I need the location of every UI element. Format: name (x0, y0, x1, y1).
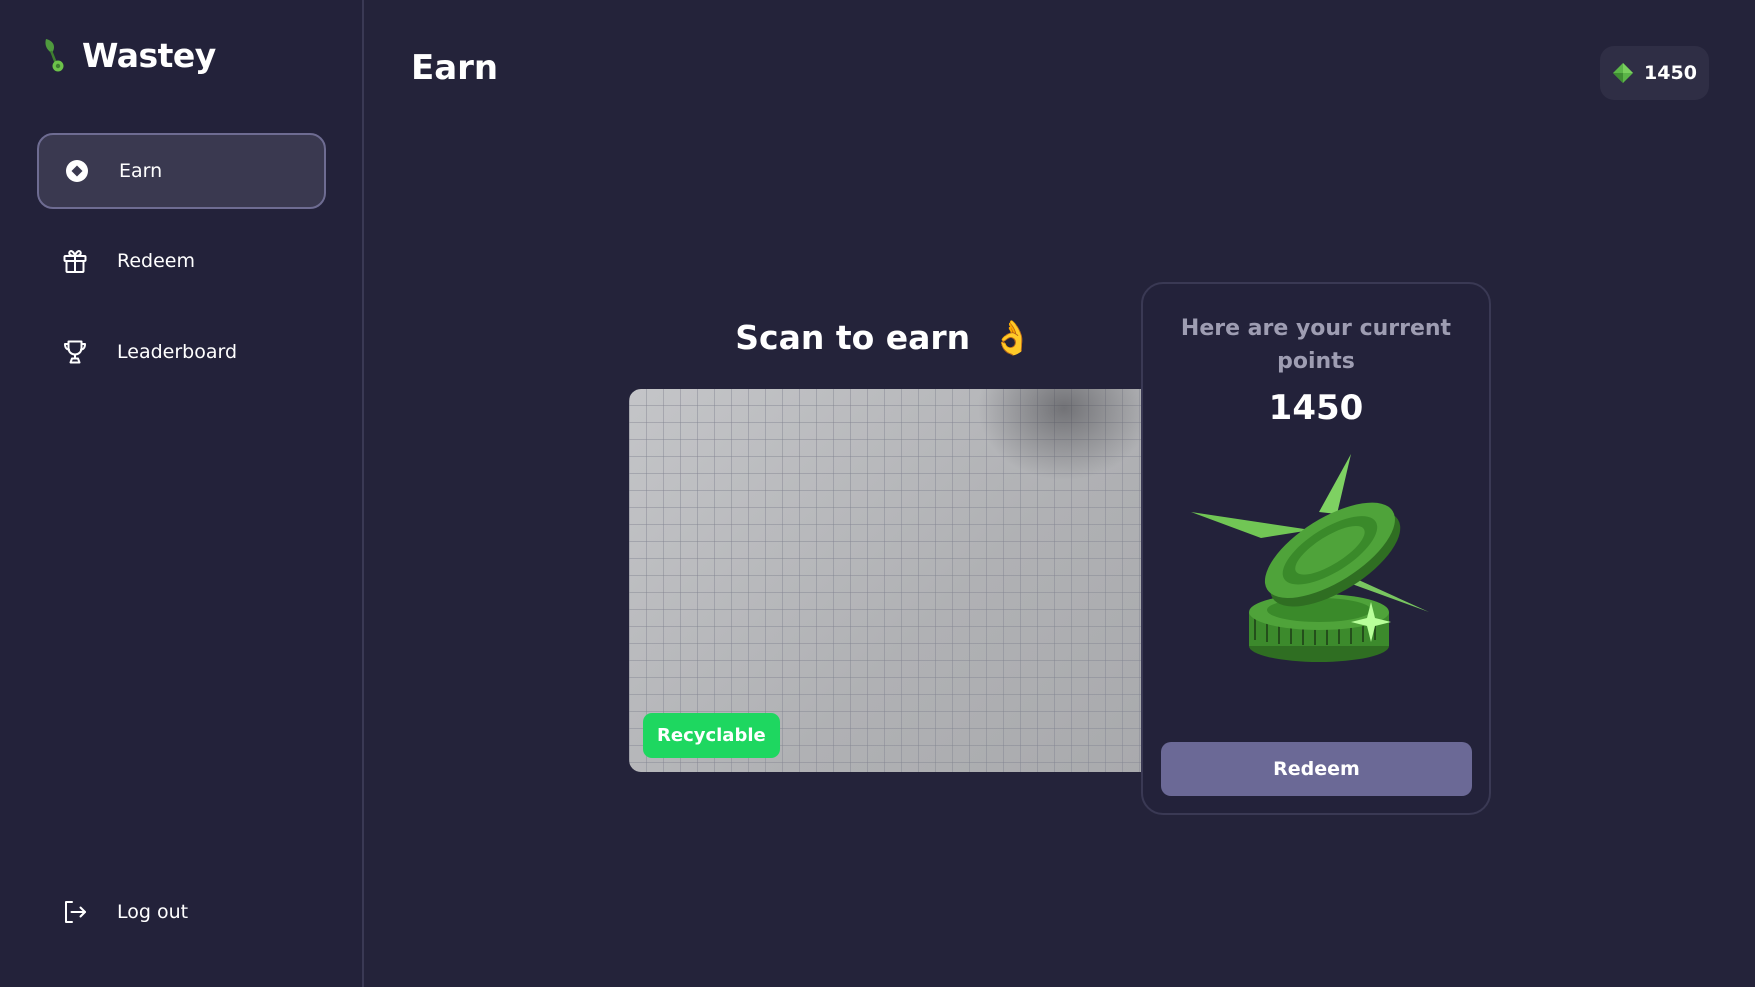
brand[interactable]: Wastey (40, 36, 216, 75)
points-card-heading: Here are your current points (1180, 316, 1452, 374)
trophy-icon (61, 338, 89, 366)
sidebar-item-label: Earn (119, 160, 163, 182)
points-card-value: 1450 (1268, 388, 1364, 428)
scan-title-text: Scan to earn (735, 318, 971, 357)
sidebar-item-redeem[interactable]: Redeem (37, 223, 326, 299)
redeem-button[interactable]: Redeem (1161, 742, 1472, 796)
points-balance-badge[interactable]: 1450 (1600, 46, 1709, 100)
earn-icon (63, 157, 91, 185)
sidebar-item-label: Redeem (117, 250, 195, 272)
sidebar-item-leaderboard[interactable]: Leaderboard (37, 314, 326, 390)
gift-icon (61, 247, 89, 275)
points-balance-value: 1450 (1644, 62, 1697, 84)
logout-label: Log out (117, 901, 189, 923)
sidebar-item-earn[interactable]: Earn (37, 133, 326, 209)
coins-stack-icon (1191, 454, 1429, 662)
gem-icon (1613, 63, 1634, 83)
sidebar-item-label: Leaderboard (117, 341, 238, 363)
recyclable-badge: Recyclable (643, 713, 780, 758)
app-root: Wastey Earn Redeem Leaderboard Log out E… (0, 0, 1755, 987)
camera-feed[interactable]: Recyclable (629, 389, 1141, 772)
points-card: Here are your current points 1450 Redeem (1141, 282, 1491, 815)
logout-button[interactable]: Log out (37, 874, 326, 950)
scan-title: Scan to earn 👌 (628, 318, 1140, 358)
brand-name: Wastey (82, 36, 216, 75)
leaf-logo-icon (45, 38, 64, 71)
ok-hand-emoji: 👌 (991, 318, 1033, 357)
sidebar: Wastey Earn Redeem Leaderboard Log out (0, 0, 364, 987)
page-title: Earn (411, 48, 499, 88)
logout-icon (61, 898, 89, 926)
